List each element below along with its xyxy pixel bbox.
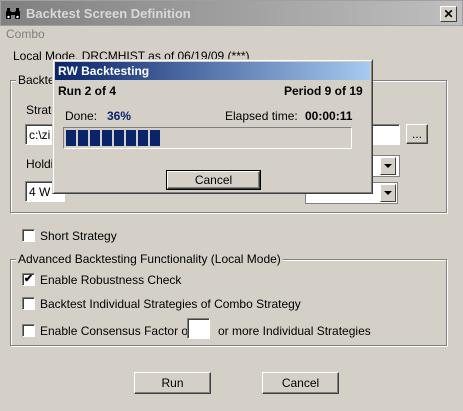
- individual-strategies-checkbox[interactable]: [22, 297, 35, 310]
- holding-label: Holdi: [26, 157, 54, 171]
- cancel-button[interactable]: Cancel: [262, 372, 339, 394]
- window-title-bar[interactable]: Backtest Screen Definition ✕: [0, 0, 463, 26]
- progress-fill: [66, 130, 349, 146]
- progress-chunk: [150, 130, 160, 146]
- consensus-suffix: or more Individual Strategies: [218, 324, 371, 338]
- browse-button[interactable]: ...: [406, 124, 428, 144]
- advanced-group-label: Advanced Backtesting Functionality (Loca…: [16, 252, 283, 266]
- done-percent: 36%: [107, 109, 132, 123]
- progress-chunk: [90, 130, 100, 146]
- run-status: Run 2 of 4: [58, 84, 117, 98]
- window-title: Backtest Screen Definition: [26, 6, 191, 21]
- progress-chunk: [138, 130, 148, 146]
- progress-dialog-title-bar[interactable]: RW Backtesting: [55, 62, 370, 80]
- close-icon: ✕: [443, 7, 454, 21]
- run-button[interactable]: Run: [134, 372, 211, 394]
- progress-bar: [63, 127, 352, 149]
- individual-strategies-label: Backtest Individual Strategies of Combo …: [40, 297, 301, 311]
- binoculars-icon: [6, 8, 20, 19]
- holding-value: 4 W: [29, 185, 51, 199]
- short-strategy-label: Short Strategy: [40, 229, 117, 243]
- cancel-label: Cancel: [281, 376, 320, 390]
- progress-chunk: [126, 130, 136, 146]
- select-b-arrow[interactable]: [380, 184, 396, 202]
- period-status: Period 9 of 19: [284, 84, 363, 98]
- run-label: Run: [161, 376, 184, 390]
- consensus-label: Enable Consensus Factor of: [40, 324, 192, 338]
- progress-chunk: [66, 130, 76, 146]
- progress-chunk: [102, 130, 112, 146]
- short-strategy-checkbox[interactable]: [22, 229, 35, 242]
- checkmark-icon: ✔: [23, 273, 34, 285]
- chevron-down-icon: [384, 191, 392, 195]
- robustness-label: Enable Robustness Check: [40, 273, 182, 287]
- robustness-checkbox[interactable]: ✔: [22, 273, 35, 286]
- progress-dialog: RW Backtesting Run 2 of 4 Period 9 of 19…: [52, 59, 373, 194]
- close-button[interactable]: ✕: [440, 6, 457, 22]
- backtest-group-label: Backte: [16, 73, 57, 87]
- strategy-path-field-end[interactable]: [370, 124, 400, 145]
- progress-dialog-title: RW Backtesting: [58, 64, 150, 78]
- chevron-down-icon: [384, 164, 392, 168]
- consensus-count-input[interactable]: [187, 318, 210, 339]
- consensus-checkbox[interactable]: [22, 324, 35, 337]
- dialog-cancel-label: Cancel: [194, 173, 233, 187]
- elapsed-label: Elapsed time:: [225, 109, 298, 123]
- select-a-arrow[interactable]: [380, 157, 396, 175]
- progress-chunk: [114, 130, 124, 146]
- strategy-path-value: c:\zi: [29, 128, 51, 142]
- elapsed-value: 00:00:11: [305, 109, 353, 123]
- browse-label: ...: [411, 127, 422, 141]
- progress-chunk: [78, 130, 88, 146]
- done-label: Done:: [65, 109, 98, 123]
- menu-combo[interactable]: Combo: [6, 27, 45, 41]
- dialog-cancel-button[interactable]: Cancel: [166, 170, 261, 190]
